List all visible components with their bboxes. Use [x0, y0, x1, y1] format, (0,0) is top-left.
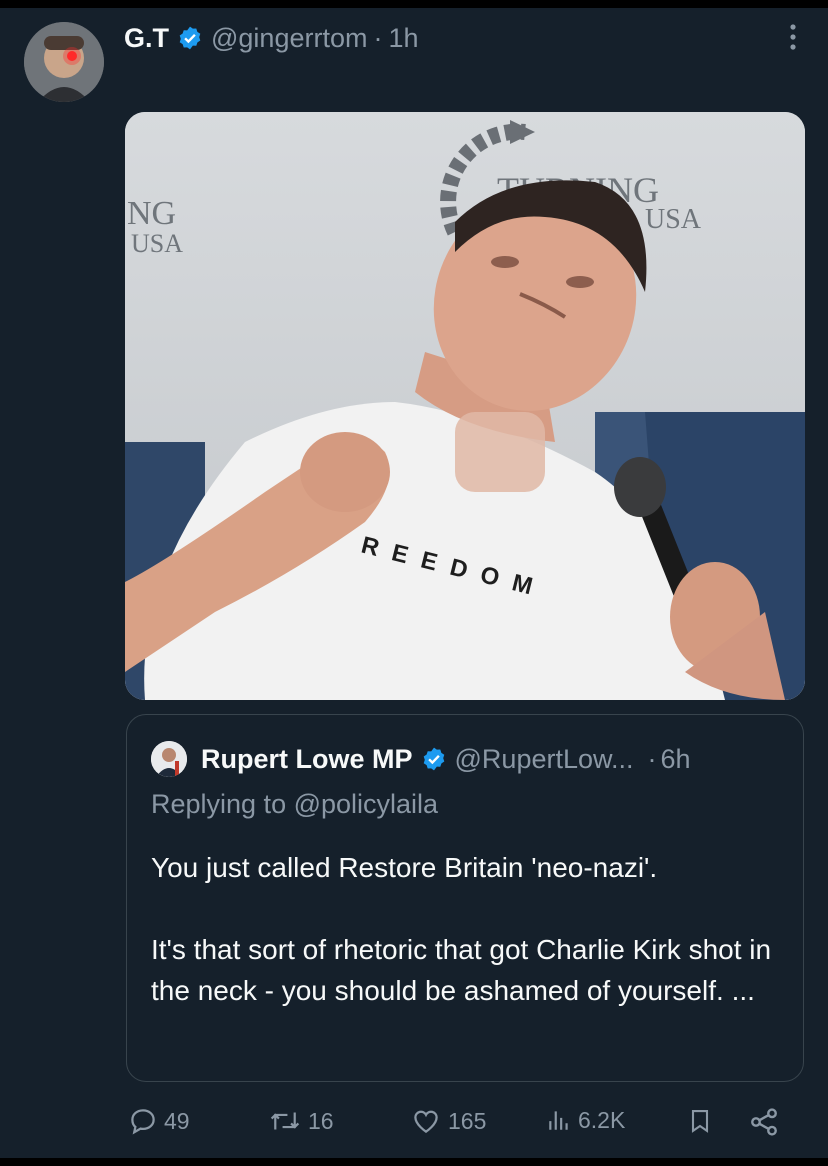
- verified-badge-icon: [423, 747, 444, 771]
- views-button[interactable]: 6.2K: [546, 1106, 625, 1134]
- like-icon: [414, 1110, 438, 1133]
- retweet-icon: [270, 1112, 300, 1130]
- quoted-text-paragraph-2: It's that sort of rhetoric that got Char…: [151, 934, 772, 1006]
- reply-icon: [131, 1109, 155, 1135]
- tweet-media-image[interactable]: NG USA TURNING USA REEDOM: [125, 112, 805, 700]
- separator-dot: ·: [647, 743, 657, 774]
- author-name[interactable]: G.T: [124, 23, 169, 54]
- like-count: 165: [448, 1107, 487, 1134]
- sign-left-line-1: NG: [127, 195, 176, 232]
- replying-to-line: Replying to @policylaila: [151, 789, 438, 820]
- sign-left-line-2: USA: [131, 229, 183, 258]
- author-avatar[interactable]: [24, 22, 104, 102]
- more-vertical-icon[interactable]: [788, 22, 798, 52]
- tweet-header: G.T @gingerrtom · 1h: [124, 20, 419, 56]
- author-handle[interactable]: @gingerrtom: [211, 23, 367, 54]
- retweet-button[interactable]: 16: [268, 1106, 334, 1136]
- share-button[interactable]: [748, 1106, 780, 1138]
- replying-handle[interactable]: @policylaila: [294, 789, 438, 819]
- retweet-count: 16: [308, 1107, 334, 1134]
- separator-dot: ·: [373, 22, 383, 53]
- quoted-author-avatar[interactable]: [151, 741, 187, 777]
- quoted-author-handle[interactable]: @RupertLow...: [455, 744, 634, 775]
- share-icon: [751, 1108, 777, 1136]
- quoted-tweet-header: Rupert Lowe MP @RupertLow... · 6h: [151, 741, 691, 777]
- reply-button[interactable]: 49: [128, 1106, 190, 1136]
- views-icon: [549, 1111, 568, 1130]
- quoted-author-name[interactable]: Rupert Lowe MP: [201, 744, 413, 775]
- tweet-time[interactable]: 1h: [388, 23, 418, 54]
- quoted-tweet-text: You just called Restore Britain 'neo-naz…: [151, 847, 781, 1011]
- bookmark-icon: [691, 1110, 709, 1133]
- quoted-text-paragraph-1: You just called Restore Britain 'neo-naz…: [151, 852, 658, 883]
- quoted-tweet-card[interactable]: Rupert Lowe MP @RupertLow... · 6h Replyi…: [126, 714, 804, 1082]
- sign-center-line-2: USA: [645, 204, 702, 235]
- views-count: 6.2K: [578, 1106, 626, 1133]
- reply-count: 49: [164, 1107, 190, 1134]
- replying-prefix: Replying to: [151, 789, 287, 819]
- verified-badge-icon: [179, 26, 201, 50]
- like-button[interactable]: 165: [410, 1106, 486, 1136]
- bookmark-button[interactable]: [686, 1106, 714, 1136]
- action-bar: 49 16 165 6.2K: [128, 1106, 788, 1142]
- quoted-tweet-time[interactable]: 6h: [661, 744, 691, 775]
